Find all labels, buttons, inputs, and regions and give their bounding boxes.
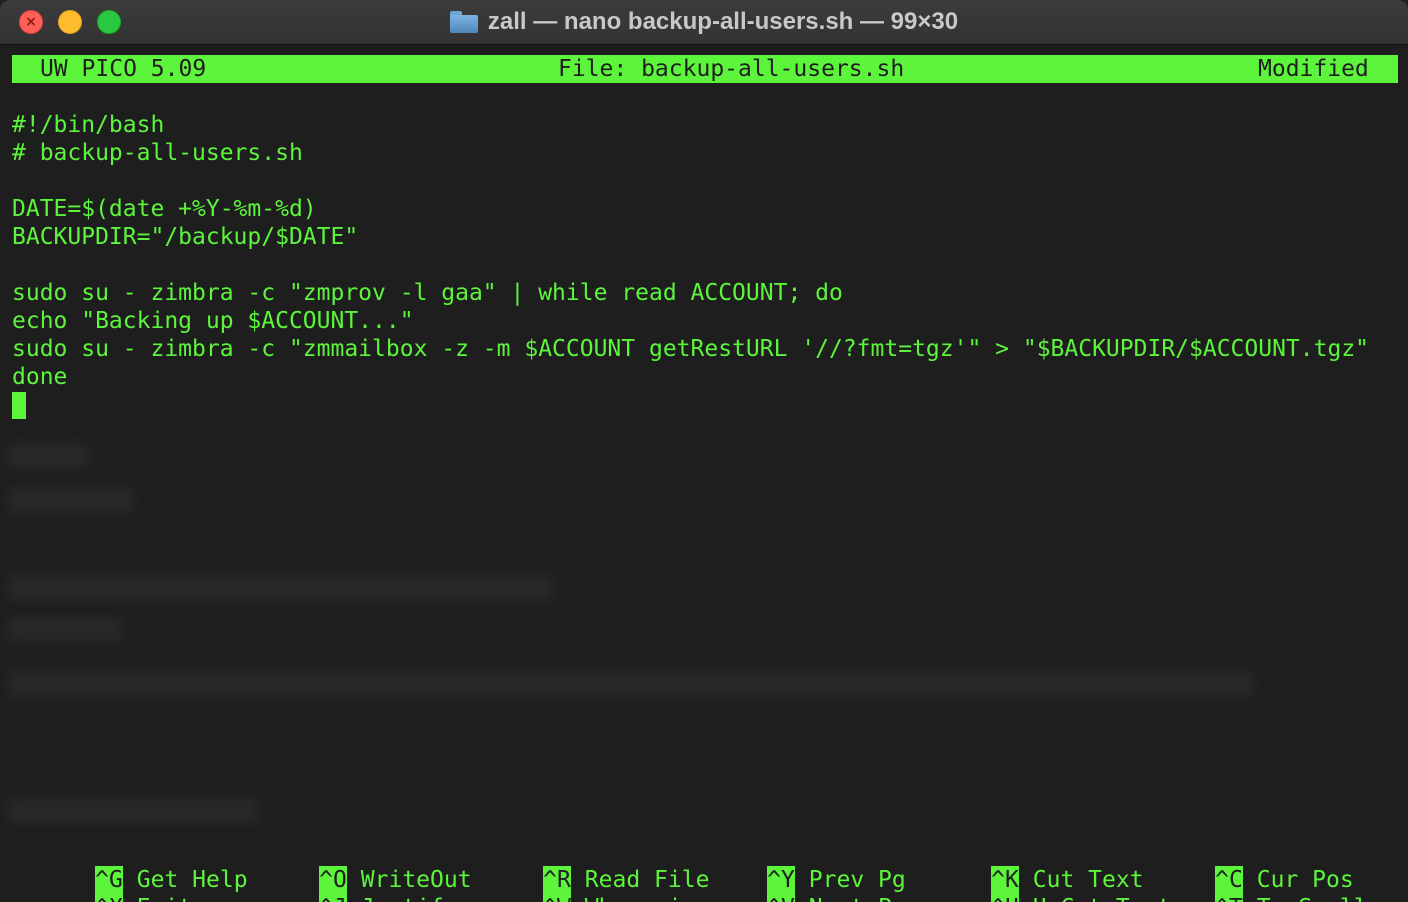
shortcut-justify[interactable]: ^J Justify [236, 866, 458, 902]
shortcut-label: Exit [137, 894, 192, 902]
window-title: zall — nano backup-all-users.sh — 99×30 [487, 8, 959, 35]
code-line-8: echo "Backing up $ACCOUNT..." [12, 308, 414, 334]
shortcut-label: Next Pg [809, 894, 906, 902]
blurred-text [8, 617, 123, 643]
window-title-container: zall — nano backup-all-users.sh — 99×30 [0, 0, 1408, 44]
editor-file-label: File: backup-all-users.sh [558, 56, 905, 82]
shortcut-key: ^X [95, 894, 123, 902]
code-line-2: # backup-all-users.sh [12, 140, 303, 166]
shortcut-key: ^W [543, 894, 571, 902]
code-line-9: sudo su - zimbra -c "zmmailbox -z -m $AC… [12, 336, 1370, 362]
shortcut-label: To Spell [1257, 894, 1368, 902]
blurred-text [8, 487, 133, 513]
blurred-text [8, 575, 553, 601]
terminal-window: × zall — nano backup-all-users.sh — 99×3… [0, 0, 1408, 902]
blurred-text [8, 671, 1253, 697]
code-line-5: BACKUPDIR="/backup/$DATE" [12, 224, 359, 250]
folder-icon [449, 11, 478, 33]
code-line-1: #!/bin/bash [12, 112, 165, 138]
blurred-text [8, 797, 258, 823]
title-bar[interactable]: × zall — nano backup-all-users.sh — 99×3… [0, 0, 1408, 45]
blurred-text [8, 443, 88, 469]
shortcut-key: ^V [767, 894, 795, 902]
code-line-7: sudo su - zimbra -c "zmprov -l gaa" | wh… [12, 280, 843, 306]
editor-status: Modified [1258, 56, 1369, 82]
shortcut-get-help[interactable]: ^G Get Help [12, 838, 248, 894]
shortcut-read-file[interactable]: ^R Read File [460, 838, 709, 894]
code-line-10: done [12, 364, 68, 390]
editor-app-name: UW PICO 5.09 [40, 56, 207, 82]
text-cursor [12, 392, 26, 419]
terminal-content[interactable]: UW PICO 5.09 File: backup-all-users.sh M… [0, 45, 1408, 902]
shortcut-cur-pos[interactable]: ^C Cur Pos [1132, 838, 1354, 894]
shortcut-exit[interactable]: ^X Exit [12, 866, 192, 902]
shortcut-key: ^U [991, 894, 1019, 902]
shortcut-prev-pg[interactable]: ^Y Prev Pg [684, 838, 906, 894]
editor-header-bar: UW PICO 5.09 File: backup-all-users.sh M… [12, 55, 1398, 83]
shortcut-to-spell[interactable]: ^T To Spell [1132, 866, 1368, 902]
shortcut-key: ^J [319, 894, 347, 902]
shortcut-label: Where is [585, 894, 696, 902]
shortcut-writeout[interactable]: ^O WriteOut [236, 838, 472, 894]
shortcut-label: Justify [361, 894, 458, 902]
shortcut-cut-text[interactable]: ^K Cut Text [908, 838, 1144, 894]
shortcut-next-pg[interactable]: ^V Next Pg [684, 866, 906, 902]
shortcut-key: ^T [1215, 894, 1243, 902]
shortcut-where-is[interactable]: ^W Where is [460, 866, 696, 902]
code-line-4: DATE=$(date +%Y-%m-%d) [12, 196, 317, 222]
